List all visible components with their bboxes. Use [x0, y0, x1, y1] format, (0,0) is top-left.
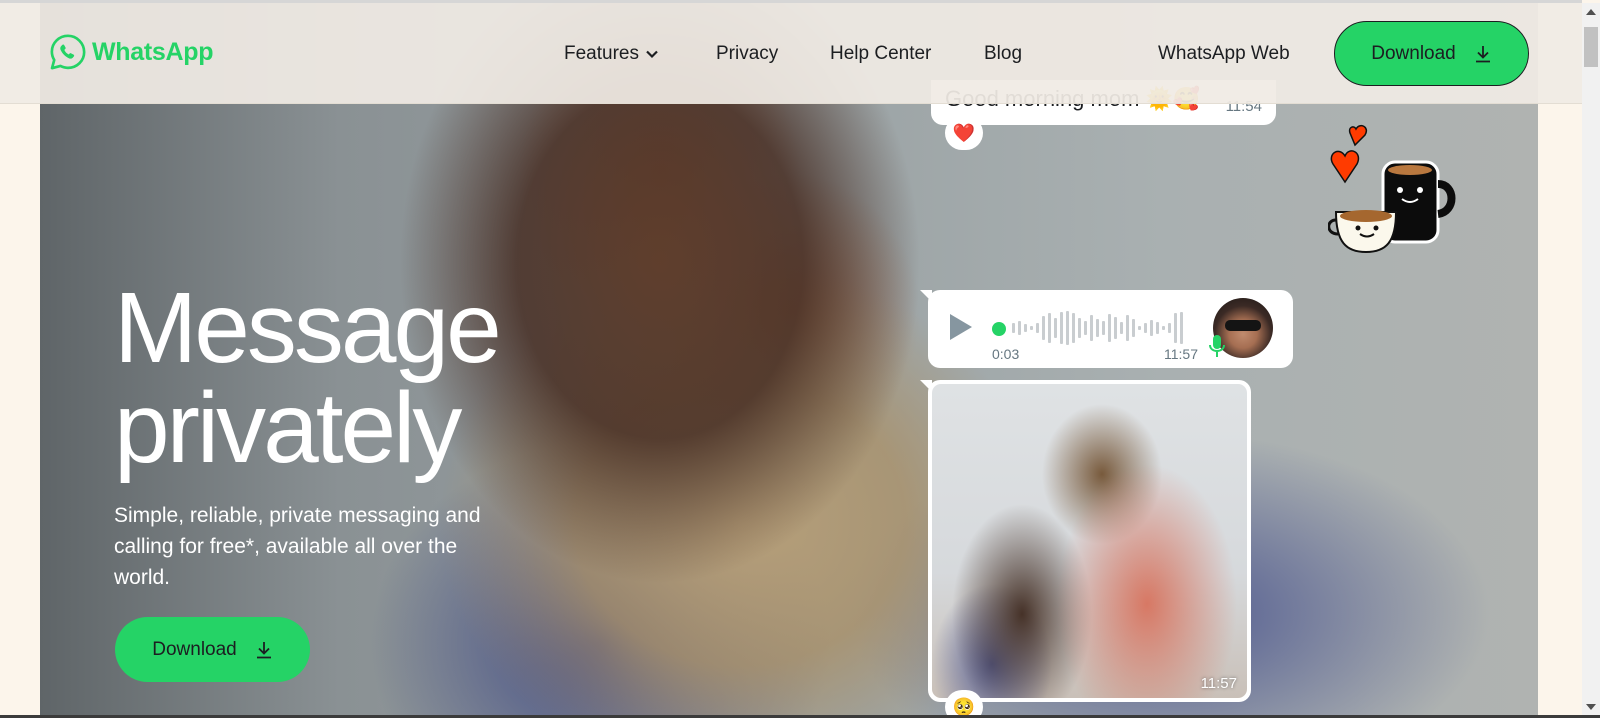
hero-headline-line2: privately — [114, 372, 462, 484]
waveform-bar — [1144, 323, 1147, 333]
waveform-bar — [1174, 313, 1177, 343]
waveform-bar — [1078, 318, 1081, 338]
voice-waveform[interactable] — [1012, 308, 1202, 348]
voice-progress-handle[interactable] — [992, 322, 1006, 336]
brand-logo[interactable]: WhatsApp — [49, 32, 214, 72]
waveform-bar — [1102, 321, 1105, 335]
waveform-bar — [1162, 326, 1165, 330]
window-top-border — [0, 0, 1582, 3]
waveform-bar — [1024, 324, 1027, 332]
brand-name: WhatsApp — [92, 37, 214, 66]
header-download-button[interactable]: Download — [1334, 21, 1529, 86]
nav-privacy-label: Privacy — [716, 43, 779, 64]
hero-subtext: Simple, reliable, private messaging and … — [114, 504, 481, 589]
waveform-bar — [1036, 323, 1039, 333]
waveform-bar — [1126, 315, 1129, 341]
nav-blog[interactable]: Blog — [984, 43, 1022, 65]
nav-whatsapp-web[interactable]: WhatsApp Web — [1158, 43, 1290, 65]
nav-help-center-label: Help Center — [830, 43, 932, 64]
chat-bubble-photo: 11:57 — [920, 380, 1251, 702]
hero-download-button[interactable]: Download — [115, 617, 310, 682]
header-download-label: Download — [1371, 42, 1456, 64]
waveform-bar — [1168, 323, 1171, 333]
nav-features[interactable]: Features — [564, 43, 659, 65]
waveform-bar — [1072, 313, 1075, 343]
waveform-bar — [1018, 321, 1021, 335]
waveform-bar — [1180, 312, 1183, 344]
chevron-down-icon — [646, 50, 658, 59]
pleading-face-reaction: 🥺 — [945, 690, 983, 718]
scroll-down-arrow-icon[interactable] — [1582, 698, 1600, 715]
shared-photo[interactable] — [932, 384, 1247, 698]
hero-headline: Message privately — [114, 272, 502, 484]
photo-message-time: 11:57 — [1200, 675, 1237, 692]
waveform-bar — [1048, 313, 1051, 343]
waveform-bar — [1042, 316, 1045, 340]
site-header: WhatsApp Features Privacy Help Center Bl… — [0, 3, 1582, 104]
waveform-bar — [1030, 326, 1033, 330]
waveform-bar — [1012, 323, 1015, 333]
nav-privacy[interactable]: Privacy — [716, 43, 778, 65]
heart-reaction: ❤️ — [945, 116, 983, 150]
voice-duration: 0:03 — [992, 346, 1020, 362]
waveform-bar — [1066, 311, 1069, 345]
waveform-bar — [1138, 326, 1141, 330]
download-icon — [256, 641, 271, 658]
waveform-bar — [1156, 322, 1159, 334]
waveform-bar — [1114, 317, 1117, 339]
waveform-bar — [1096, 319, 1099, 337]
nav-features-label: Features — [564, 43, 639, 64]
voice-message-time: 11:57 — [1164, 346, 1198, 362]
scroll-up-arrow-icon[interactable] — [1582, 3, 1600, 20]
waveform-bar — [1054, 318, 1057, 338]
coffee-cups-sticker-icon — [1328, 124, 1456, 254]
play-icon[interactable] — [948, 312, 974, 342]
waveform-bar — [1150, 320, 1153, 336]
waveform-bar — [1090, 315, 1093, 341]
nav-help-center[interactable]: Help Center — [830, 43, 931, 65]
hero-headline-line1: Message — [114, 272, 502, 384]
chat-bubble-voice: 0:03 11:57 — [920, 290, 1293, 368]
waveform-bar — [1108, 314, 1111, 342]
waveform-bar — [1084, 321, 1087, 335]
microphone-icon — [1209, 335, 1225, 357]
waveform-bar — [1132, 319, 1135, 337]
nav-blog-label: Blog — [984, 43, 1023, 64]
waveform-bar — [1060, 312, 1063, 344]
hero-download-label: Download — [152, 638, 237, 660]
download-icon — [1475, 45, 1490, 62]
whatsapp-logo-icon — [50, 34, 86, 70]
waveform-bar — [1120, 322, 1123, 334]
nav-whatsapp-web-label: WhatsApp Web — [1158, 43, 1290, 64]
scrollbar-thumb[interactable] — [1584, 27, 1598, 67]
avatar-glasses — [1225, 320, 1261, 331]
page-scrollbar[interactable] — [1582, 3, 1600, 715]
